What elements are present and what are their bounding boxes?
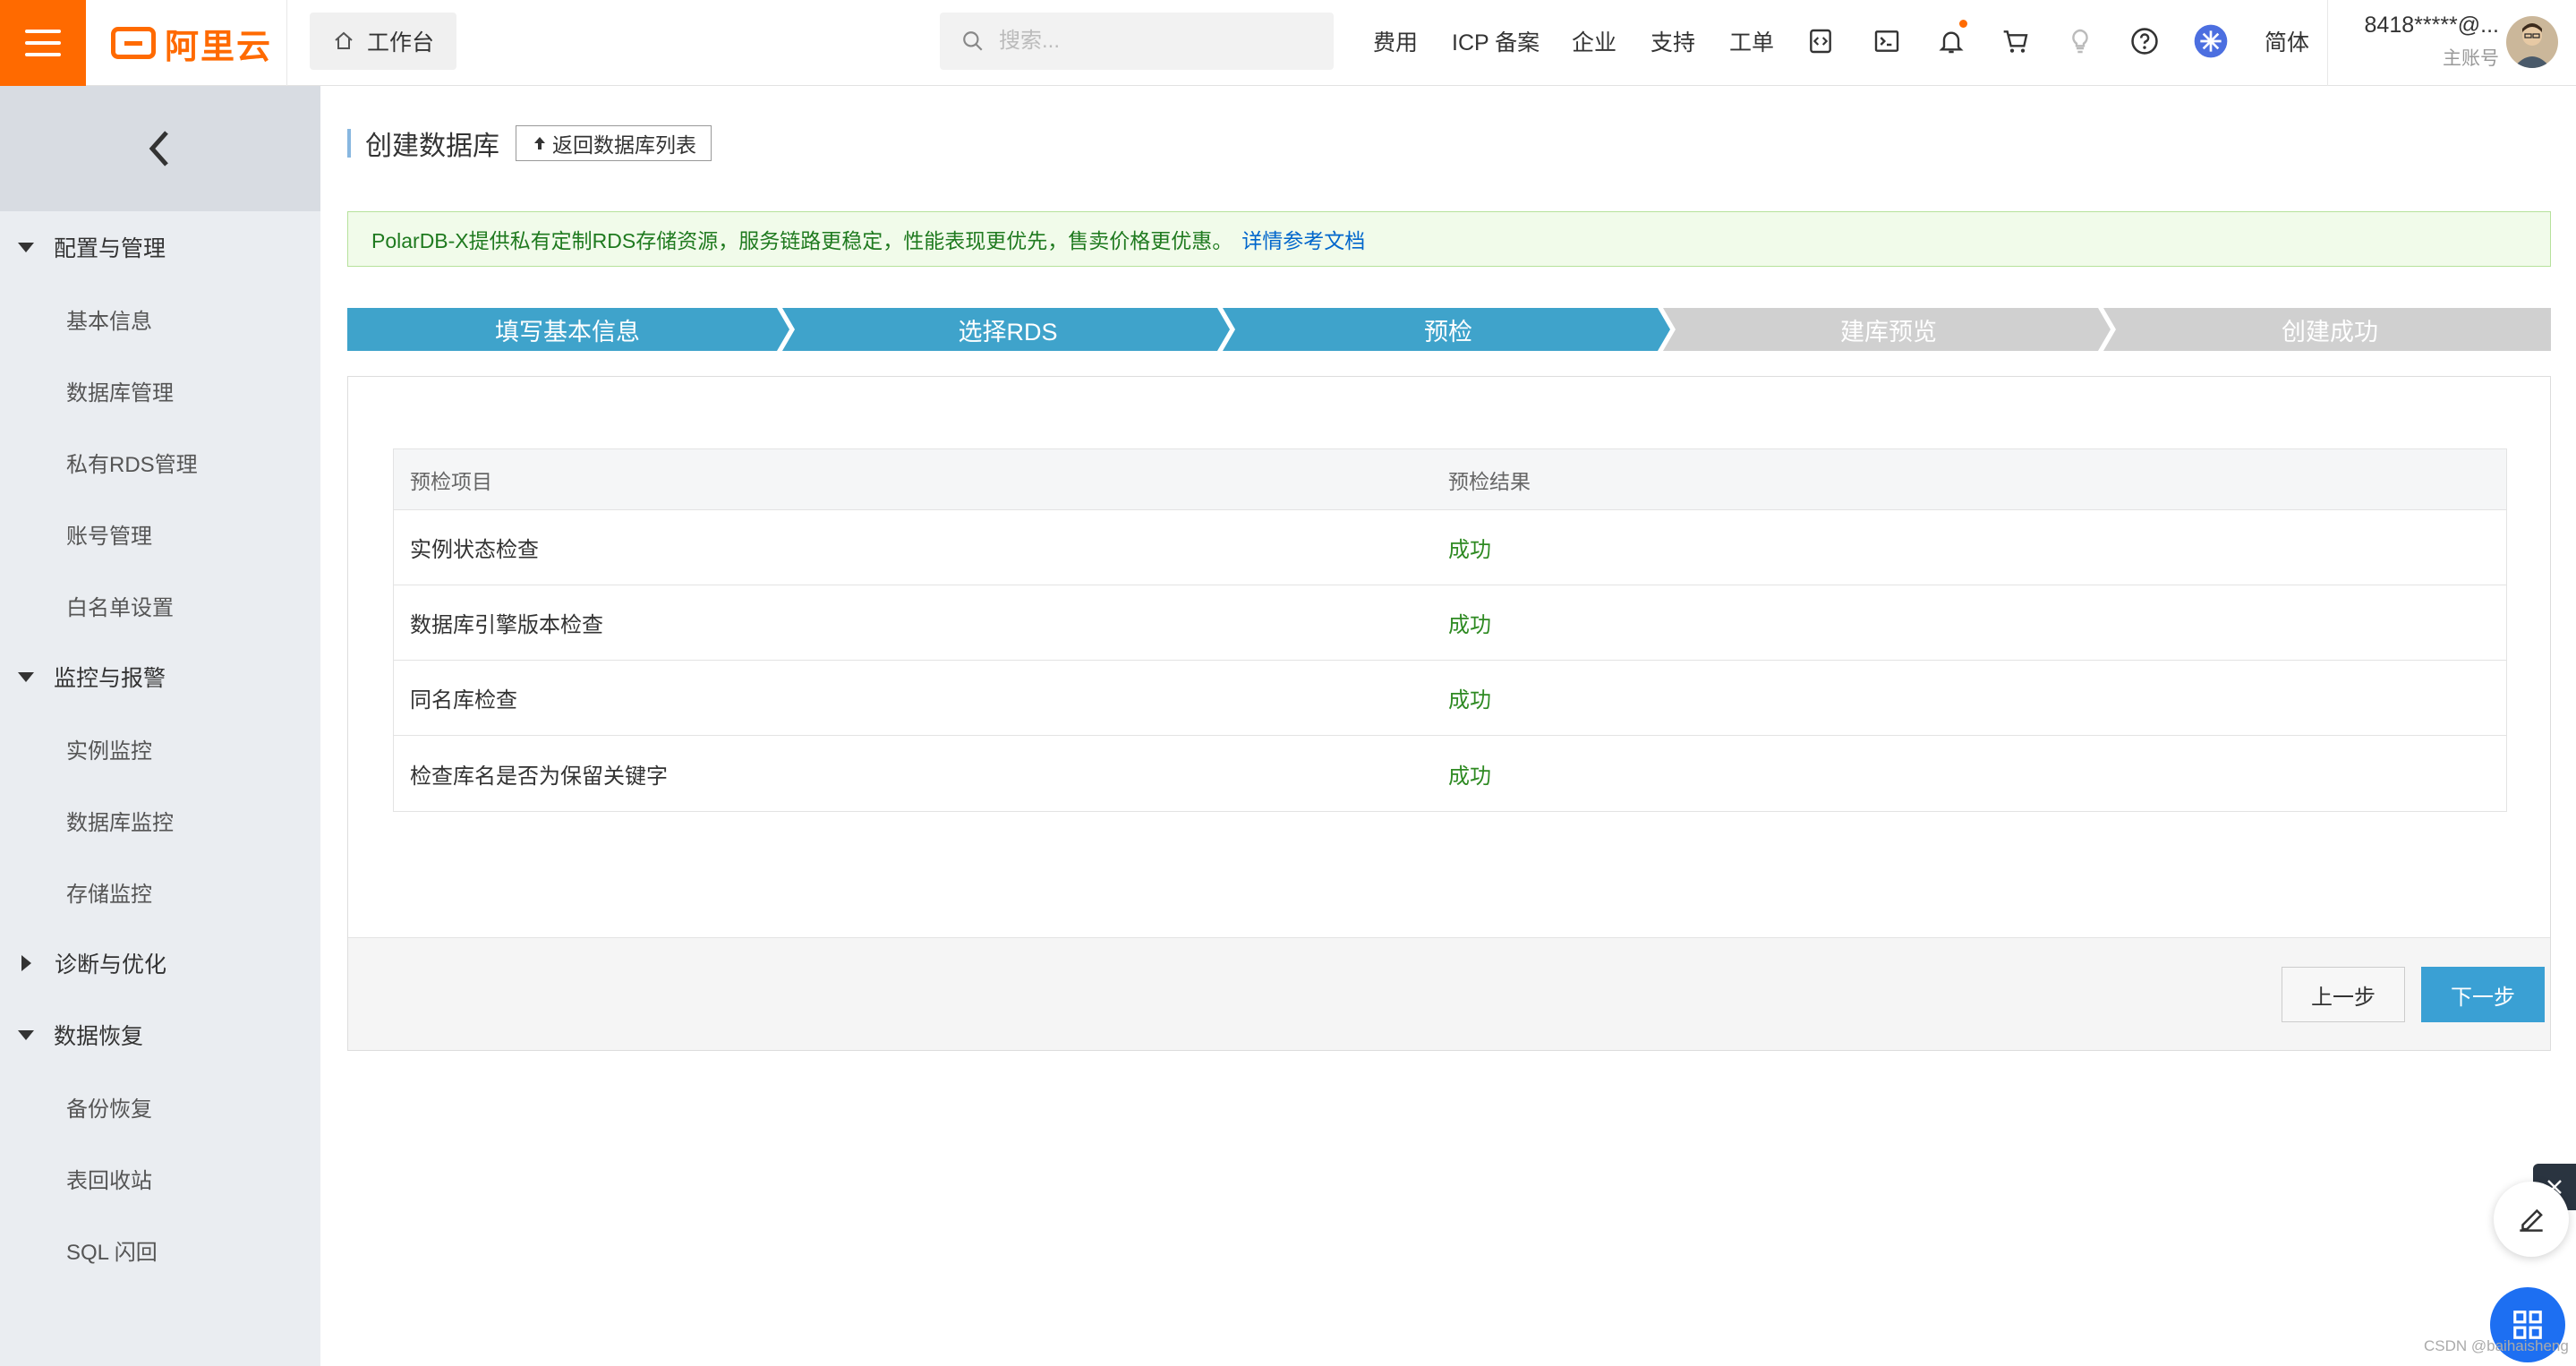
account-menu[interactable]: 8418*****@... 主账号 [2347, 13, 2499, 71]
sidebar-item-storage-monitor[interactable]: 存储监控 [0, 856, 320, 927]
back-to-list-label: 返回数据库列表 [552, 133, 696, 157]
caret-right-icon [21, 955, 31, 971]
top-bar: 阿里云 工作台 费用 ICP 备案 企业 支持 工单 简体 8418*****@… [0, 0, 2576, 86]
check-item: 同名库检查 [410, 688, 517, 713]
caret-down-icon [18, 242, 34, 252]
sidebar-item-table-recycle[interactable]: 表回收站 [0, 1142, 320, 1214]
page-title: 创建数据库 [365, 132, 499, 161]
sidebar-group-label: 诊断与优化 [55, 952, 167, 978]
step-basic-info: 填写基本信息 [495, 318, 640, 346]
logo-text: 阿里云 [165, 28, 273, 66]
card-footer: 上一步 下一步 [348, 937, 2550, 1050]
search-input[interactable] [999, 29, 1303, 54]
feedback-edit-icon[interactable] [2494, 1182, 2569, 1257]
cart-icon[interactable] [1998, 23, 2034, 59]
step-preview: 建库预览 [1840, 318, 1937, 346]
sidebar-item-sql-flashback[interactable]: SQL 闪回 [0, 1214, 320, 1285]
sidebar-item-instance-monitor[interactable]: 实例监控 [0, 713, 320, 784]
nav-link-enterprise[interactable]: 企业 [1572, 25, 1616, 57]
sidebar-item-database-monitor[interactable]: 数据库监控 [0, 784, 320, 856]
sidebar-item-accounts[interactable]: 账号管理 [0, 498, 320, 569]
nav-link-ticket[interactable]: 工单 [1729, 25, 1774, 57]
precheck-table: 预检项目 预检结果 实例状态检查 成功 数据库引擎版本检查 成功 同名库检查 成… [393, 448, 2507, 812]
step-precheck: 预检 [1424, 318, 1472, 346]
globe-icon[interactable] [2193, 23, 2229, 59]
sidebar-item-backup-restore[interactable]: 备份恢复 [0, 1071, 320, 1142]
check-item: 数据库引擎版本检查 [410, 613, 603, 637]
prev-step-button[interactable]: 上一步 [2282, 967, 2405, 1022]
sidebar-group-label: 数据恢复 [54, 1024, 144, 1049]
home-icon [335, 31, 353, 49]
search-box[interactable] [940, 13, 1334, 70]
precheck-card: 预检项目 预检结果 实例状态检查 成功 数据库引擎版本检查 成功 同名库检查 成… [347, 376, 2551, 1051]
sidebar-item-basic-info[interactable]: 基本信息 [0, 283, 320, 354]
workbench-label: 工作台 [367, 30, 435, 55]
header-check-result: 预检结果 [1448, 469, 1531, 493]
title-accent-bar [347, 129, 351, 158]
search-icon [963, 31, 983, 51]
notice-doc-link[interactable]: 详情参考文档 [1241, 224, 1365, 254]
sidebar-item-database-manage[interactable]: 数据库管理 [0, 354, 320, 426]
terminal-icon[interactable] [1869, 23, 1905, 59]
watermark: CSDN @baihaisheng [2424, 1337, 2569, 1354]
check-item: 检查库名是否为保留关键字 [410, 764, 668, 789]
check-result: 成功 [1448, 764, 1491, 789]
step-success: 创建成功 [2282, 318, 2378, 346]
table-row: 数据库引擎版本检查 成功 [394, 585, 2506, 661]
sidebar-group-label: 配置与管理 [54, 236, 166, 261]
header-check-item: 预检项目 [410, 469, 492, 493]
account-name: 8418*****@... [2364, 13, 2499, 38]
sidebar-item-private-rds[interactable]: 私有RDS管理 [0, 426, 320, 498]
sidebar-item-whitelist[interactable]: 白名单设置 [0, 569, 320, 641]
table-row: 实例状态检查 成功 [394, 510, 2506, 585]
progress-steps: 填写基本信息 选择RDS 预检 建库预览 创建成功 [347, 308, 2551, 351]
title-row: 创建数据库 返回数据库列表 [347, 124, 712, 163]
check-result: 成功 [1448, 538, 1491, 562]
sidebar: 配置与管理 基本信息 数据库管理 私有RDS管理 账号管理 白名单设置 监控与报… [0, 86, 320, 1366]
next-step-button[interactable]: 下一步 [2421, 967, 2545, 1022]
sidebar-group-diagnosis[interactable]: 诊断与优化 [0, 927, 320, 999]
notice-banner: PolarDB-X提供私有定制RDS存储资源，服务链路更稳定，性能表现更优先，售… [347, 211, 2551, 267]
notification-dot [1959, 20, 1967, 28]
aliyun-logo[interactable]: 阿里云 [111, 21, 272, 66]
table-header: 预检项目 预检结果 [394, 449, 2506, 510]
divider [2327, 0, 2328, 86]
caret-down-icon [18, 1029, 34, 1040]
check-item: 实例状态检查 [410, 538, 539, 562]
back-to-list-button[interactable]: 返回数据库列表 [516, 125, 712, 161]
hamburger-menu-icon[interactable] [0, 0, 86, 86]
caret-down-icon [18, 671, 34, 682]
nav-link-support[interactable]: 支持 [1651, 25, 1695, 57]
sidebar-group-monitoring[interactable]: 监控与报警 [0, 641, 320, 713]
main-content: 创建数据库 返回数据库列表 PolarDB-X提供私有定制RDS存储资源，服务链… [320, 86, 2576, 1366]
check-result: 成功 [1448, 613, 1491, 637]
chevron-left-icon [149, 131, 168, 166]
sidebar-group-recovery[interactable]: 数据恢复 [0, 999, 320, 1071]
nav-link-billing[interactable]: 费用 [1373, 25, 1418, 57]
language-switch[interactable]: 简体 [2265, 25, 2309, 57]
bell-icon[interactable] [1933, 20, 1969, 59]
logo-mark-icon [111, 27, 156, 59]
notice-text: PolarDB-X提供私有定制RDS存储资源，服务链路更稳定，性能表现更优先，售… [371, 229, 1233, 252]
account-role: 主账号 [2443, 48, 2499, 69]
divider [286, 0, 287, 86]
check-result: 成功 [1448, 688, 1491, 713]
help-icon[interactable] [2127, 23, 2162, 59]
table-row: 检查库名是否为保留关键字 成功 [394, 736, 2506, 811]
arrow-up-icon [534, 137, 545, 149]
table-row: 同名库检查 成功 [394, 661, 2506, 736]
nav-link-icp[interactable]: ICP 备案 [1452, 25, 1540, 57]
code-icon[interactable] [1803, 23, 1838, 59]
sidebar-collapse-button[interactable] [0, 86, 320, 211]
sidebar-group-config[interactable]: 配置与管理 [0, 211, 320, 283]
avatar[interactable] [2506, 16, 2558, 68]
step-select-rds: 选择RDS [958, 318, 1058, 346]
bulb-icon[interactable] [2062, 23, 2098, 59]
workbench-button[interactable]: 工作台 [310, 13, 456, 70]
sidebar-group-label: 监控与报警 [54, 666, 166, 691]
